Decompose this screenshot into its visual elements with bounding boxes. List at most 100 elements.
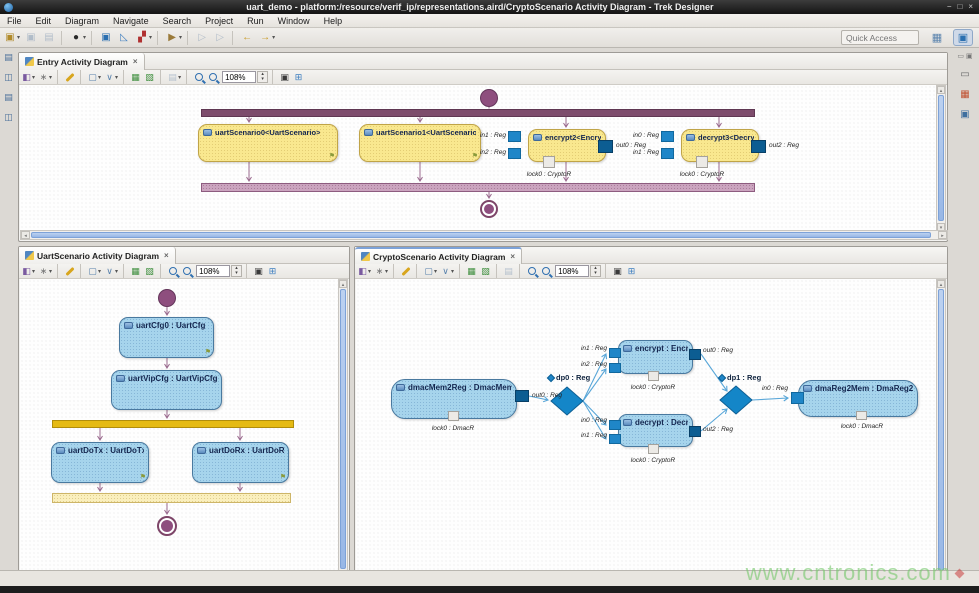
menu-edit[interactable]: Edit xyxy=(29,16,59,26)
final-node[interactable] xyxy=(157,516,177,536)
uart-canvas[interactable]: uartCfg0 : UartCfg uartVipCfg : UartVipC… xyxy=(20,279,340,593)
coverage-icon[interactable]: ▞ xyxy=(134,30,150,45)
menu-window[interactable]: Window xyxy=(271,16,317,26)
scroll-thumb[interactable] xyxy=(938,95,944,221)
export-image-icon[interactable]: ▦ xyxy=(465,265,478,278)
menu-diagram[interactable]: Diagram xyxy=(58,16,106,26)
back-icon[interactable]: ← xyxy=(239,30,255,45)
tab-entry-activity-diagram[interactable]: Entry Activity Diagram xyxy=(19,53,145,70)
zoom-in-icon[interactable] xyxy=(525,265,538,278)
pin-in1[interactable] xyxy=(609,348,621,358)
prev-annotation-icon[interactable]: ▷ xyxy=(194,30,210,45)
pin-elements-icon[interactable] xyxy=(63,71,76,84)
zoom-level-input[interactable] xyxy=(196,265,230,277)
final-node[interactable] xyxy=(480,200,498,218)
activity-node-uartScenario1[interactable]: uartScenario1<UartScenario> xyxy=(359,124,481,162)
pin-out0[interactable] xyxy=(689,349,701,360)
select-caret[interactable]: ▾ xyxy=(434,268,437,275)
select-caret[interactable]: ▾ xyxy=(98,74,101,81)
mode-caret[interactable]: ▾ xyxy=(368,268,371,275)
menu-navigate[interactable]: Navigate xyxy=(106,16,156,26)
zoom-out-icon[interactable] xyxy=(180,265,193,278)
uart-vscrollbar[interactable]: ▴ ▾ xyxy=(338,279,348,593)
mode-caret[interactable]: ▾ xyxy=(32,268,35,275)
scroll-thumb[interactable] xyxy=(938,289,944,574)
activity-node-uartScenario0[interactable]: uartScenario0<UartScenario> xyxy=(198,124,338,162)
menu-help[interactable]: Help xyxy=(317,16,350,26)
fast-view-icon-3[interactable]: ▤ xyxy=(4,92,13,103)
export-image-icon[interactable]: ▦ xyxy=(129,265,142,278)
router-caret[interactable]: ▾ xyxy=(115,74,118,81)
pin-out0[interactable] xyxy=(515,390,529,402)
pin-lock0[interactable] xyxy=(696,156,708,168)
zoom-level-input[interactable] xyxy=(555,265,589,277)
pin-lock0[interactable] xyxy=(543,156,555,168)
run-external-icon[interactable]: ▶ xyxy=(164,30,180,45)
fork-bar[interactable] xyxy=(201,109,755,117)
properties-view-icon[interactable]: ▦ xyxy=(960,89,969,100)
zoom-out-icon[interactable] xyxy=(539,265,552,278)
next-annotation-icon[interactable]: ▷ xyxy=(212,30,228,45)
activity-node-decrypt[interactable]: decrypt : Decrypt xyxy=(618,414,693,447)
pin-in0[interactable] xyxy=(791,392,804,404)
fit-grid-icon[interactable]: ⊞ xyxy=(625,265,638,278)
palette-view-icon[interactable]: ▣ xyxy=(960,109,969,120)
mode-caret[interactable]: ▾ xyxy=(32,74,35,81)
pin-lock0[interactable] xyxy=(648,444,659,454)
new-wizard-icon[interactable]: ▣ xyxy=(2,30,18,45)
run-external-caret[interactable]: ▾ xyxy=(179,34,182,41)
outline-view-icon[interactable]: ▭ xyxy=(960,69,969,80)
entry-canvas[interactable]: uartScenario0<UartScenario> uartScenario… xyxy=(20,85,938,232)
pin-lock0[interactable] xyxy=(648,371,659,381)
menu-project[interactable]: Project xyxy=(198,16,240,26)
router-caret[interactable]: ▾ xyxy=(115,268,118,275)
zoom-in-icon[interactable] xyxy=(166,265,179,278)
export-diagram-icon[interactable]: ▧ xyxy=(143,71,156,84)
crypto-vscrollbar[interactable]: ▴ ▾ xyxy=(936,279,946,593)
minimize-button[interactable]: − xyxy=(947,2,952,12)
zoom-level-input[interactable] xyxy=(222,71,256,83)
activity-node-uartDoTx[interactable]: uartDoTx : UartDoTx xyxy=(51,442,149,483)
pin-in1[interactable] xyxy=(609,434,621,444)
zoom-spinner[interactable] xyxy=(257,71,268,83)
initial-node[interactable] xyxy=(158,289,176,307)
join-bar[interactable] xyxy=(52,493,291,503)
layout-caret[interactable]: ▾ xyxy=(49,74,52,81)
pin-in2[interactable] xyxy=(508,148,521,159)
debug-icon[interactable]: ● xyxy=(68,30,84,45)
close-icon[interactable] xyxy=(164,251,169,260)
pin-in2[interactable] xyxy=(609,363,621,373)
fit-grid-icon[interactable]: ⊞ xyxy=(292,71,305,84)
open-perspective-icon[interactable]: ▦ xyxy=(927,29,947,46)
forward-caret[interactable]: ▾ xyxy=(272,34,275,41)
snapshot-icon[interactable]: ▣ xyxy=(611,265,624,278)
fast-view-icon-2[interactable]: ◫ xyxy=(4,72,13,83)
pin-out2[interactable] xyxy=(689,426,701,437)
print-icon[interactable]: ▤ xyxy=(166,71,179,84)
save-icon[interactable]: ▣ xyxy=(23,30,39,45)
editor-minimize-icon[interactable]: ▭ ▣ xyxy=(957,52,972,60)
activity-node-encrypt[interactable]: encrypt : Encrypt xyxy=(618,340,693,374)
tab-uartscenario-activity-diagram[interactable]: UartScenario Activity Diagram xyxy=(19,247,176,264)
modeling-perspective-icon[interactable]: ▣ xyxy=(953,29,973,46)
close-button[interactable]: × xyxy=(968,2,973,12)
crypto-canvas[interactable]: dmacMem2Reg : DmacMem2Reg out0 : Reg loc… xyxy=(356,279,938,593)
activity-node-uartVipCfg[interactable]: uartVipCfg : UartVipCfg xyxy=(111,370,222,410)
snapshot-icon[interactable]: ▣ xyxy=(252,265,265,278)
pin-lock0[interactable] xyxy=(448,411,459,421)
export-image-icon[interactable]: ▦ xyxy=(129,71,142,84)
save-all-icon[interactable]: ▤ xyxy=(41,30,57,45)
forward-icon[interactable]: → xyxy=(257,30,273,45)
zoom-out-icon[interactable] xyxy=(206,71,219,84)
pin-out2[interactable] xyxy=(751,140,766,153)
fast-view-icon-1[interactable]: ▤ xyxy=(4,52,13,63)
fast-view-icon-4[interactable]: ◫ xyxy=(4,112,13,123)
maximize-button[interactable]: □ xyxy=(957,2,962,12)
pin-in1[interactable] xyxy=(508,131,521,142)
activity-node-encrypt2[interactable]: encrypt2<Encrypt> xyxy=(528,129,606,162)
entry-hscrollbar[interactable]: ◂ ▸ xyxy=(20,230,948,240)
zoom-spinner[interactable] xyxy=(231,265,242,277)
menu-search[interactable]: Search xyxy=(156,16,199,26)
pin-elements-icon[interactable] xyxy=(63,265,76,278)
new-wizard-caret[interactable]: ▾ xyxy=(17,34,20,41)
